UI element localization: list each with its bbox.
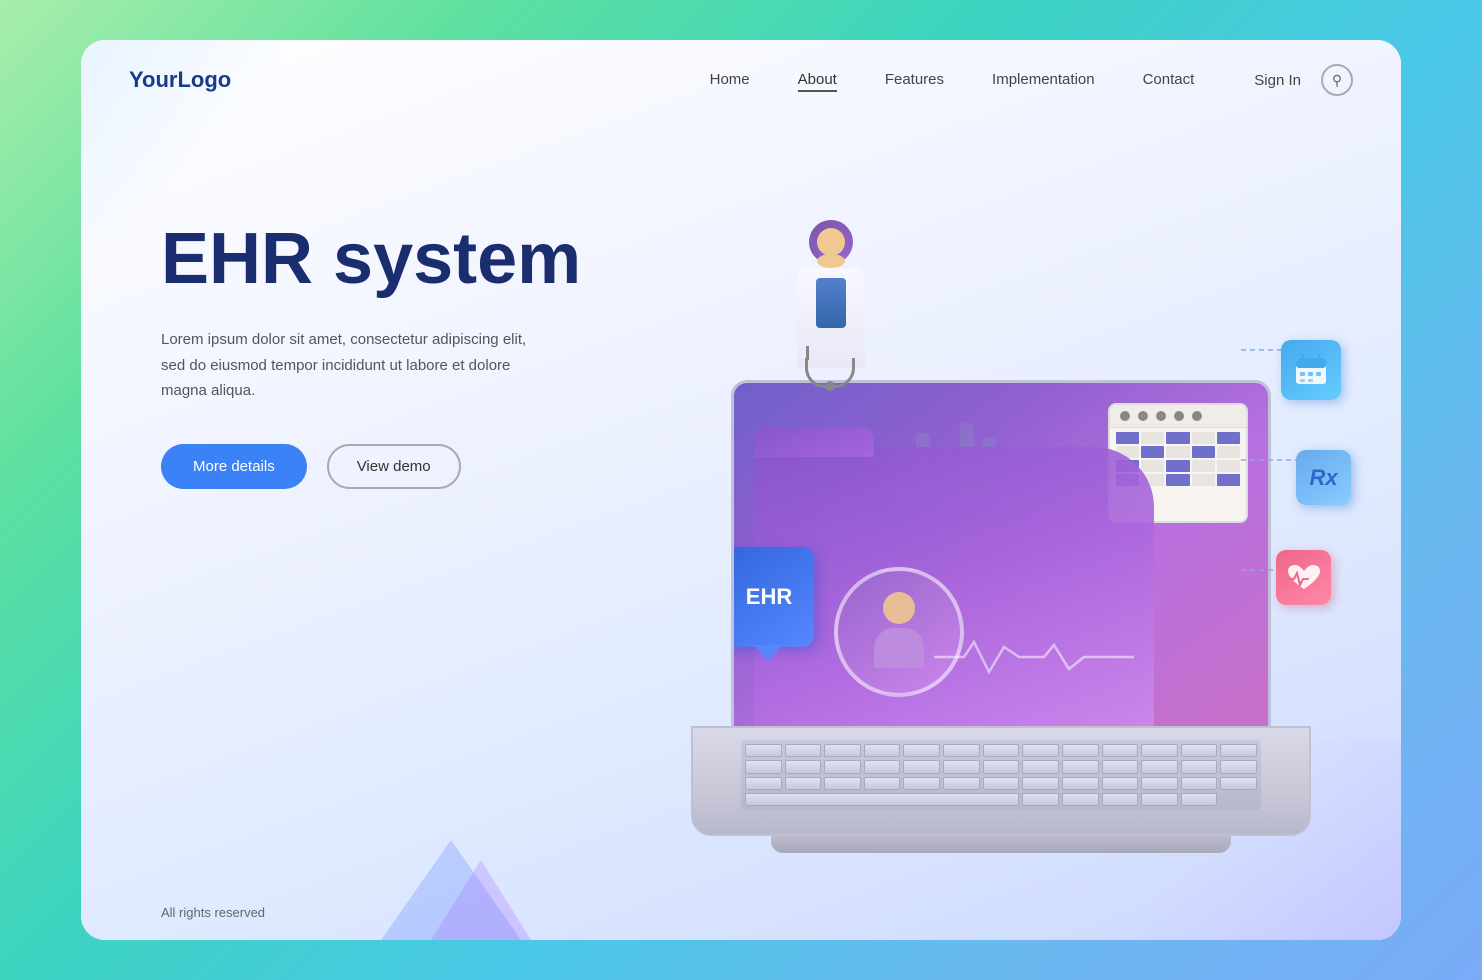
ehr-badge-text: EHR — [746, 584, 792, 610]
laptop-keyboard — [691, 726, 1311, 836]
ring-2 — [1138, 411, 1148, 421]
search-button[interactable]: ⚲ — [1321, 64, 1353, 96]
patient-head — [883, 592, 915, 624]
footer-text: All rights reserved — [161, 905, 265, 920]
doctor-face — [817, 228, 845, 256]
prescription-icon: Rx — [1296, 450, 1351, 505]
sign-in-link[interactable]: Sign In — [1254, 72, 1301, 89]
stethoscope-icon — [805, 358, 855, 388]
nav-item-home[interactable]: Home — [710, 71, 750, 89]
heart-rate-icon — [1276, 550, 1331, 605]
heartbeat-line — [934, 637, 1134, 677]
folder-shape — [754, 447, 1154, 727]
doctor-head — [809, 220, 853, 264]
calendar-icon — [1281, 340, 1341, 400]
more-details-button[interactable]: More details — [161, 444, 307, 489]
nav-links: Home About Features Implementation Conta… — [710, 71, 1195, 89]
patient-figure — [859, 592, 939, 672]
nav-item-contact[interactable]: Contact — [1143, 71, 1195, 89]
ring-3 — [1156, 411, 1166, 421]
laptop: EHR — [691, 380, 1311, 840]
patient-avatar — [834, 567, 964, 697]
nav-item-about[interactable]: About — [798, 71, 837, 89]
main-content: EHR system Lorem ipsum dolor sit amet, c… — [81, 120, 1401, 885]
left-content: EHR system Lorem ipsum dolor sit amet, c… — [161, 160, 641, 489]
logo: YourLogo — [129, 67, 231, 93]
ring-4 — [1174, 411, 1184, 421]
hero-description: Lorem ipsum dolor sit amet, consectetur … — [161, 327, 541, 404]
hero-illustration: EHR — [641, 160, 1321, 860]
nav-item-implementation[interactable]: Implementation — [992, 71, 1095, 89]
search-icon: ⚲ — [1332, 72, 1342, 89]
nav-item-features[interactable]: Features — [885, 71, 944, 89]
view-demo-button[interactable]: View demo — [327, 444, 461, 489]
laptop-screen: EHR — [731, 380, 1271, 730]
ehr-badge: EHR — [734, 547, 814, 647]
keyboard-keys — [741, 740, 1261, 810]
nav-right: Sign In ⚲ — [1254, 64, 1353, 96]
main-card: YourLogo Home About Features Implementat… — [81, 40, 1401, 940]
doctor-scrubs — [816, 278, 846, 328]
ring-5 — [1192, 411, 1202, 421]
doctor-figure — [791, 220, 871, 400]
button-group: More details View demo — [161, 444, 641, 489]
screen-content: EHR — [734, 383, 1268, 727]
ring-1 — [1120, 411, 1130, 421]
patient-body — [874, 628, 924, 668]
doctor-coat — [797, 268, 865, 368]
laptop-base — [771, 833, 1231, 853]
notebook-rings — [1110, 405, 1246, 428]
hero-title: EHR system — [161, 220, 641, 299]
footer: All rights reserved — [81, 885, 1401, 940]
navigation: YourLogo Home About Features Implementat… — [81, 40, 1401, 120]
rx-text: Rx — [1309, 465, 1337, 491]
